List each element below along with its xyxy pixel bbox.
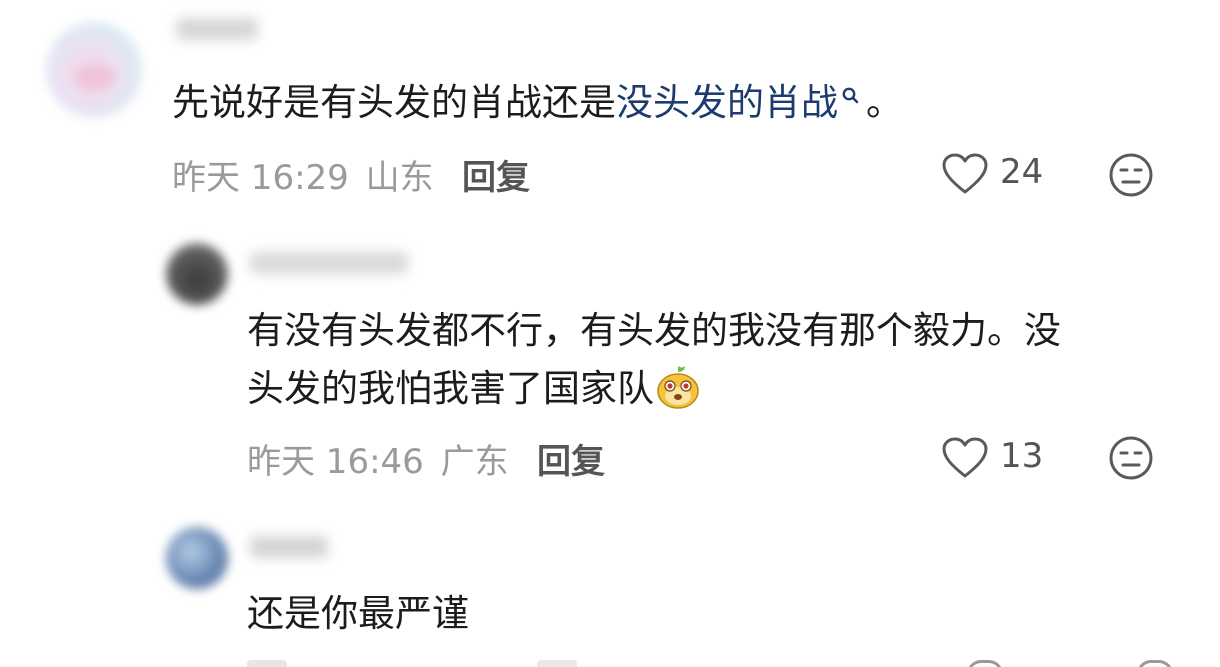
comment-meta: 昨天 16:46 广东 xyxy=(247,434,509,483)
comment-body: 先说好是有头发的肖战还是 xyxy=(172,81,616,124)
username[interactable] xyxy=(250,252,408,274)
reply-button[interactable]: 回复 xyxy=(462,150,530,199)
comment-line-1: 有没有头发都不行，有头发的我没有那个毅力。没 xyxy=(247,309,1061,352)
timestamp: 昨天 16:29 xyxy=(172,158,349,198)
comment-meta: 昨天 16:29 山东 xyxy=(172,150,434,199)
partial-row-divider xyxy=(247,660,1187,667)
comment-text: 还是你最严谨 xyxy=(247,592,469,635)
comment-line-2: 头发的我怕我害了国家队 xyxy=(247,360,1061,418)
comment-text: 有没有头发都不行，有头发的我没有那个毅力。没 头发的我怕我害了国家队 xyxy=(247,302,1061,418)
username[interactable] xyxy=(250,536,328,558)
comment-text: 先说好是有头发的肖战还是没头发的肖战 。 xyxy=(172,74,903,132)
yellow-mascot-emoji xyxy=(657,366,699,409)
heart-outline-icon[interactable] xyxy=(941,436,989,480)
like-count: 24 xyxy=(1000,152,1044,192)
user-avatar[interactable] xyxy=(166,527,228,589)
heart-outline-icon[interactable] xyxy=(941,152,989,196)
user-avatar[interactable] xyxy=(46,22,142,118)
meh-face-icon[interactable] xyxy=(1108,152,1154,198)
comment-line-2-text: 头发的我怕我害了国家队 xyxy=(247,367,654,410)
comment-suffix: 。 xyxy=(866,81,903,124)
like-count: 13 xyxy=(1000,436,1044,476)
location: 广东 xyxy=(440,442,509,482)
search-icon[interactable] xyxy=(838,74,862,104)
reply-button[interactable]: 回复 xyxy=(537,434,605,483)
user-avatar[interactable] xyxy=(166,243,228,305)
username[interactable] xyxy=(176,18,258,40)
search-link[interactable]: 没头发的肖战 xyxy=(616,81,838,124)
timestamp: 昨天 16:46 xyxy=(247,442,424,482)
meh-face-icon[interactable] xyxy=(1108,435,1154,481)
location: 山东 xyxy=(365,158,434,198)
